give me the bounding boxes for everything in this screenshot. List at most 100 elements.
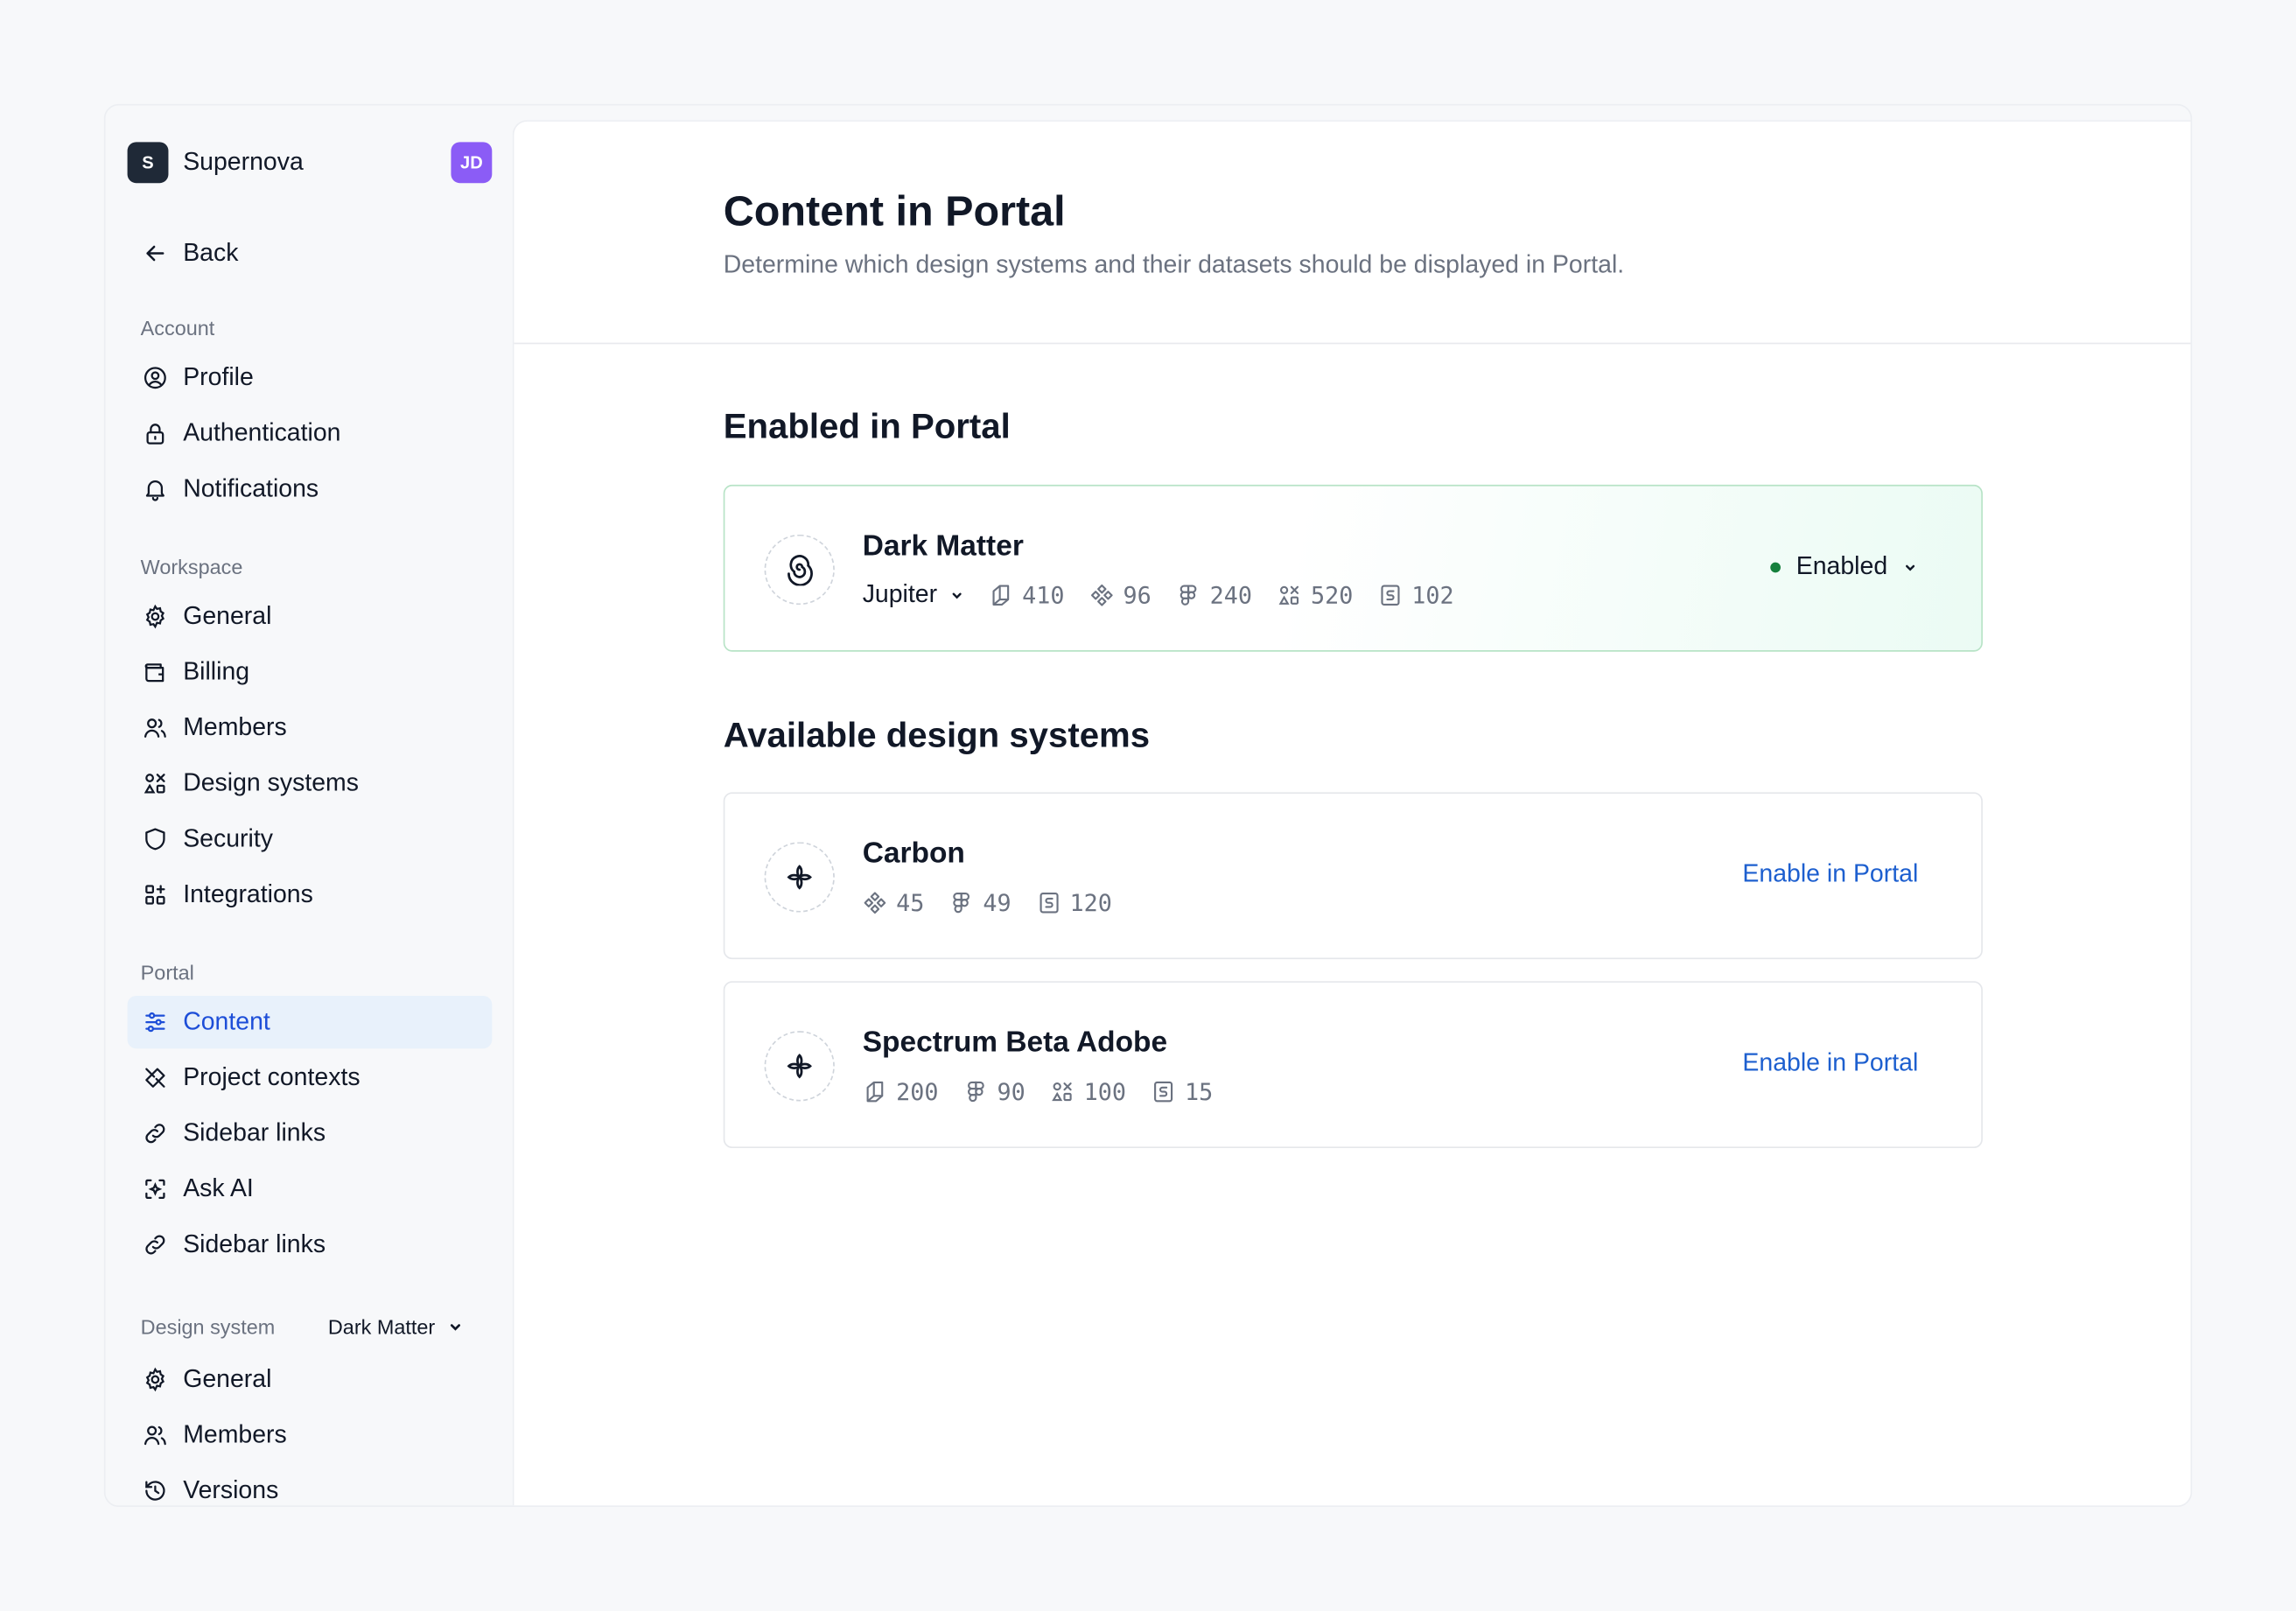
sidebar-item-ds-general[interactable]: General [128, 1353, 493, 1405]
status-dot [1769, 561, 1781, 572]
main-panel: Content in Portal Determine which design… [512, 120, 2191, 1506]
users-icon [144, 1425, 166, 1446]
figma-count: 90 [963, 1077, 1026, 1105]
sidebar-item-label: Integrations [183, 879, 313, 908]
sidebar-item-label: Sidebar links [183, 1118, 326, 1147]
figma-icon [967, 1081, 984, 1102]
component-icon [864, 891, 886, 914]
documentation-count: 200 [863, 1077, 939, 1105]
sidebar: S Supernova JD Back Account Profile Auth… [105, 105, 512, 1505]
sidebar-item-label: Content [183, 1007, 270, 1036]
sidebar-item-label: Sidebar links [183, 1229, 326, 1258]
assets-count: 100 [1050, 1077, 1126, 1105]
available-section-title: Available design systems [723, 716, 1151, 756]
sidebar-item-members[interactable]: Members [128, 702, 493, 754]
design-system-select-value: Dark Matter [327, 1314, 436, 1339]
sidebar-item-general[interactable]: General [128, 590, 493, 642]
bell-icon [145, 480, 164, 501]
sidebar-item-project-contexts[interactable]: Project contexts [128, 1052, 493, 1104]
avatar[interactable]: JD [451, 142, 493, 184]
enable-in-portal-button[interactable]: Enable in Portal [1742, 859, 1918, 888]
grid-plus-icon [145, 885, 165, 905]
sidebar-item-label: Ask AI [183, 1174, 254, 1202]
design-system-card: Spectrum Beta Adobe 200 90 100 15 Enable… [723, 981, 1983, 1149]
sidebar-item-content[interactable]: Content [127, 995, 493, 1049]
sidebar-item-label: Profile [183, 363, 254, 391]
sidebar-item-billing[interactable]: Billing [128, 646, 493, 698]
sliders-icon [145, 1012, 165, 1033]
sidebar-item-design-systems[interactable]: Design systems [128, 757, 493, 809]
sidebar-item-ds-members[interactable]: Members [128, 1409, 493, 1461]
token-icon [1039, 892, 1058, 913]
enabled-section-title: Enabled in Portal [723, 407, 1011, 447]
app-window: S Supernova JD Back Account Profile Auth… [103, 103, 2193, 1508]
design-system-select[interactable]: Dark Matter [328, 1315, 465, 1339]
sidebar-item-label: Members [183, 1420, 287, 1449]
sidebar-item-sidebar-links-2[interactable]: Sidebar links [128, 1218, 493, 1271]
workspace-logo: S [127, 142, 169, 184]
sidebar-item-ds-versions[interactable]: Versions [128, 1465, 493, 1506]
components-count: 45 [863, 888, 924, 916]
chevron-down-icon [451, 1324, 461, 1331]
sidebar-item-authentication[interactable]: Authentication [128, 407, 493, 459]
back-button[interactable]: Back [128, 227, 493, 279]
sidebar-item-label: Versions [183, 1475, 279, 1504]
shapes-icon [1052, 1082, 1072, 1101]
documentation-count: 410 [989, 581, 1065, 608]
page-title: Content in Portal [723, 188, 1066, 236]
sidebar-item-label: Notifications [183, 474, 319, 503]
lock-icon [146, 424, 164, 445]
enable-in-portal-button[interactable]: Enable in Portal [1742, 1048, 1918, 1077]
components-count: 96 [1089, 581, 1152, 608]
header-divider [514, 342, 2191, 345]
gear-icon [145, 1367, 165, 1392]
workspace-header[interactable]: S Supernova JD [127, 142, 493, 184]
sidebar-item-label: Security [183, 824, 273, 852]
token-icon [1381, 584, 1400, 606]
gear-icon [145, 604, 165, 629]
sidebar-item-label: General [183, 601, 272, 630]
wallet-icon [144, 663, 164, 683]
figma-icon [1180, 584, 1197, 605]
version-select-value: Jupiter [862, 579, 938, 608]
sidebar-item-label: Authentication [183, 418, 341, 447]
design-system-name: Dark Matter [862, 529, 1024, 563]
shapes-icon [144, 774, 165, 794]
design-system-stats: 45 49 120 [863, 886, 1138, 918]
page-subtitle: Determine which design systems and their… [723, 250, 1625, 278]
assets-count: 520 [1277, 581, 1353, 608]
status-dropdown[interactable]: Enabled [1769, 552, 1919, 581]
design-system-name: Carbon [862, 837, 965, 871]
user-circle-icon [144, 367, 166, 389]
sidebar-item-ask-ai[interactable]: Ask AI [128, 1163, 493, 1215]
section-label-design-system: Design system [140, 1314, 276, 1339]
version-select[interactable]: Jupiter [863, 580, 965, 609]
shield-icon [145, 828, 165, 851]
chevron-down-icon [1906, 564, 1915, 571]
sidebar-item-integrations[interactable]: Integrations [128, 868, 493, 921]
shapes-icon [1278, 585, 1299, 604]
back-label: Back [183, 238, 239, 267]
sidebar-item-profile[interactable]: Profile [128, 352, 493, 404]
tools-icon [145, 1068, 165, 1088]
figma-count: 240 [1176, 581, 1252, 608]
section-label-account: Account [140, 316, 215, 340]
design-system-card: Carbon 45 49 120 Enable in Portal [723, 792, 1983, 960]
design-system-logo [764, 534, 835, 606]
sidebar-item-notifications[interactable]: Notifications [128, 463, 493, 515]
users-icon [144, 718, 166, 738]
tokens-count: 120 [1036, 888, 1112, 916]
book-icon [992, 584, 1010, 606]
sidebar-item-sidebar-links[interactable]: Sidebar links [128, 1107, 493, 1159]
sidebar-item-label: Project contexts [183, 1062, 360, 1091]
workspace-name: Supernova [183, 148, 304, 176]
scan-sparkle-icon [145, 1179, 165, 1200]
design-system-card: Dark Matter Jupiter 410 96 240 520 102 E… [723, 484, 1983, 652]
section-label-workspace: Workspace [140, 555, 243, 579]
design-system-stats: Jupiter 410 96 240 520 102 [863, 578, 1479, 611]
sidebar-item-label: General [183, 1364, 272, 1393]
tokens-count: 15 [1152, 1077, 1213, 1105]
design-system-logo [764, 1031, 835, 1102]
sidebar-item-label: Billing [183, 657, 250, 686]
sidebar-item-security[interactable]: Security [128, 813, 493, 865]
